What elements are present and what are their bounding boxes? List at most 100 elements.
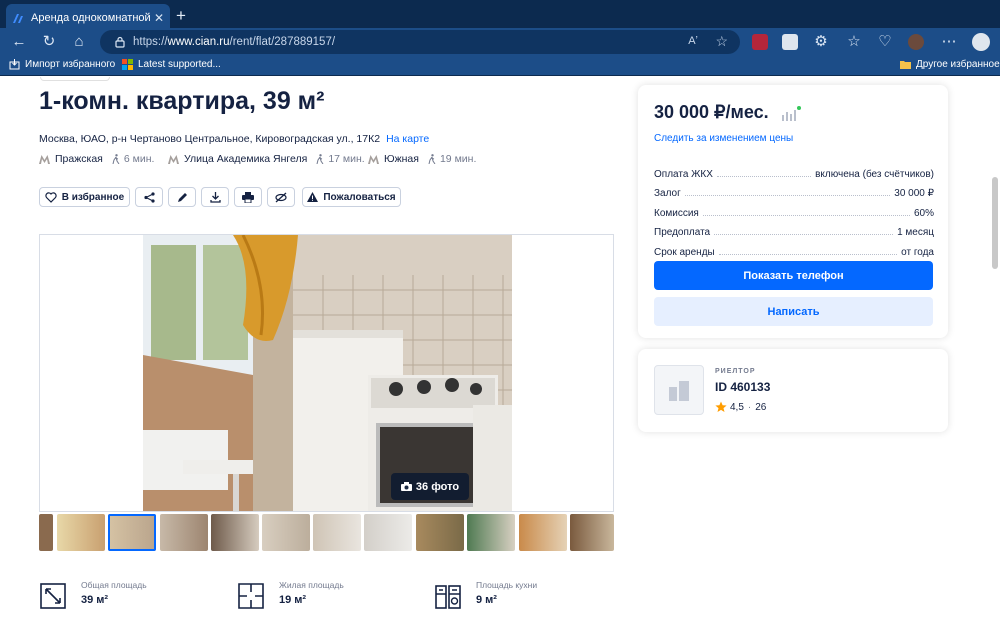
back-icon[interactable]: ← [10, 33, 28, 51]
agent-card[interactable]: РИЕЛТОР ID 460133 4,5 · 26 [638, 349, 948, 432]
bing-icon[interactable] [972, 33, 990, 51]
thumbnail[interactable] [57, 514, 105, 551]
hide-icon [275, 192, 287, 202]
photo-count-badge[interactable]: 36 фото [391, 473, 469, 500]
listing-address: Москва, ЮАО, р-н Чертаново Центральное, … [39, 133, 430, 145]
thumbnail[interactable] [211, 514, 259, 551]
more-menu-icon[interactable]: ⋯ [940, 33, 958, 51]
agent-rating: 4,5 · 26 [715, 401, 766, 413]
browser-essentials-icon[interactable]: ♡ [876, 33, 894, 51]
agent-avatar[interactable] [654, 365, 704, 415]
walk-icon [112, 154, 120, 164]
follow-price-link[interactable]: Следить за изменением цены [654, 133, 793, 144]
thumbnail[interactable] [364, 514, 412, 551]
term-row: Оплата ЖКХ включена (без счётчиков) [654, 168, 934, 180]
metro-station[interactable]: Пражская 6 мин. [39, 153, 154, 165]
photo-thumbnails [39, 514, 614, 552]
show-phone-button[interactable]: Показать телефон [654, 261, 933, 290]
complain-button[interactable]: Пожаловаться [302, 187, 401, 207]
extensions-icon[interactable]: ⚙ [812, 33, 830, 51]
write-message-button[interactable]: Написать [654, 297, 933, 326]
thumbnail[interactable] [416, 514, 464, 551]
fact-living-area: Жилая площадь 19 м² [237, 580, 344, 610]
metro-icon [368, 154, 379, 164]
term-row: Срок аренды от года [654, 246, 934, 258]
add-to-favorites-button[interactable]: В избранное [39, 187, 130, 207]
top-badge [40, 77, 110, 81]
bookmark-other[interactable]: Другое избранное [900, 59, 1000, 70]
close-tab-icon[interactable]: ✕ [154, 11, 164, 25]
bookmark-latest-supported[interactable]: Latest supported... [122, 59, 221, 70]
browser-toolbar: ← ↻ ⌂ https://www.cian.ru/rent/flat/2878… [0, 28, 1000, 56]
thumbnail[interactable] [570, 514, 614, 551]
thumbnail[interactable] [39, 514, 53, 551]
thumbnail[interactable] [519, 514, 567, 551]
favorites-icon[interactable]: ☆ [845, 33, 863, 51]
thumbnail[interactable] [313, 514, 361, 551]
on-map-link[interactable]: На карте [386, 133, 429, 145]
thumbnail[interactable] [262, 514, 310, 551]
thumbnail[interactable] [160, 514, 208, 551]
cian-favicon-icon [13, 14, 23, 23]
kitchen-area-icon [435, 585, 461, 609]
address-bar[interactable]: https://www.cian.ru/rent/flat/287889157/… [100, 30, 740, 54]
print-icon [242, 191, 254, 203]
url-text: https://www.cian.ru/rent/flat/287889157/ [133, 36, 336, 48]
metro-icon [168, 154, 179, 164]
lock-icon [115, 36, 125, 48]
notes-extension-icon[interactable] [782, 34, 798, 50]
term-row: Комиссия 60% [654, 207, 934, 219]
walk-icon [316, 154, 324, 164]
pencil-icon [177, 192, 187, 202]
download-button[interactable] [201, 187, 229, 207]
add-note-button[interactable] [168, 187, 196, 207]
share-icon [143, 191, 155, 203]
hide-listing-button[interactable] [267, 187, 295, 207]
fact-total-area: Общая площадь 39 м² [39, 580, 147, 610]
fact-kitchen-area: Площадь кухни 9 м² [434, 580, 537, 610]
bookmark-import[interactable]: Импорт избранного [9, 59, 115, 70]
page-scrollbar[interactable] [992, 177, 998, 269]
import-icon [9, 59, 20, 70]
walk-icon [428, 154, 436, 164]
warning-icon [307, 192, 319, 202]
refresh-icon[interactable]: ↻ [40, 33, 58, 51]
price: 30 000 ₽/мес. [654, 102, 769, 122]
photo-gallery[interactable]: 36 фото [39, 234, 614, 512]
term-row: Залог 30 000 ₽ [654, 188, 934, 199]
living-area-icon [238, 583, 264, 609]
price-card: 30 000 ₽/мес. Следить за изменением цены… [638, 85, 948, 338]
metro-station[interactable]: Южная 19 мин. [368, 153, 476, 165]
agent-id[interactable]: ID 460133 [715, 380, 770, 394]
price-chart-icon[interactable] [780, 105, 802, 123]
thumbnail-active[interactable] [108, 514, 156, 551]
metro-icon [39, 154, 50, 164]
listing-title: 1-комн. квартира, 39 м² [39, 87, 325, 115]
heart-icon [45, 191, 57, 203]
thumbnail[interactable] [467, 514, 515, 551]
read-aloud-icon[interactable]: Aʼ [688, 35, 698, 47]
term-row: Предоплата 1 месяц [654, 227, 934, 238]
home-icon[interactable]: ⌂ [70, 33, 88, 51]
profile-avatar[interactable] [908, 34, 924, 50]
new-tab-icon[interactable]: + [176, 6, 186, 26]
download-icon [209, 191, 221, 203]
building-icon [669, 381, 689, 401]
favorite-star-icon[interactable]: ☆ [715, 33, 728, 50]
windows-icon [122, 59, 133, 70]
metro-station[interactable]: Улица Академика Янгеля 17 мин. [168, 153, 365, 165]
page-content: 1-комн. квартира, 39 м² Москва, ЮАО, р-н… [0, 77, 1000, 625]
camera-icon [400, 482, 412, 491]
total-area-icon [40, 583, 66, 609]
main-photo[interactable]: 36 фото [143, 235, 512, 511]
tab-title: Аренда однокомнатной квар [31, 12, 150, 24]
rental-terms: Оплата ЖКХ включена (без счётчиков) Залог… [654, 160, 934, 258]
share-button[interactable] [135, 187, 163, 207]
print-button[interactable] [234, 187, 262, 207]
agent-role: РИЕЛТОР [715, 368, 756, 375]
bookmarks-bar: Импорт избранного Latest supported... Др… [0, 56, 1000, 76]
office-extension-icon[interactable] [752, 34, 768, 50]
kitchen-photo [143, 235, 512, 511]
star-icon [715, 401, 727, 412]
folder-icon [900, 61, 911, 69]
